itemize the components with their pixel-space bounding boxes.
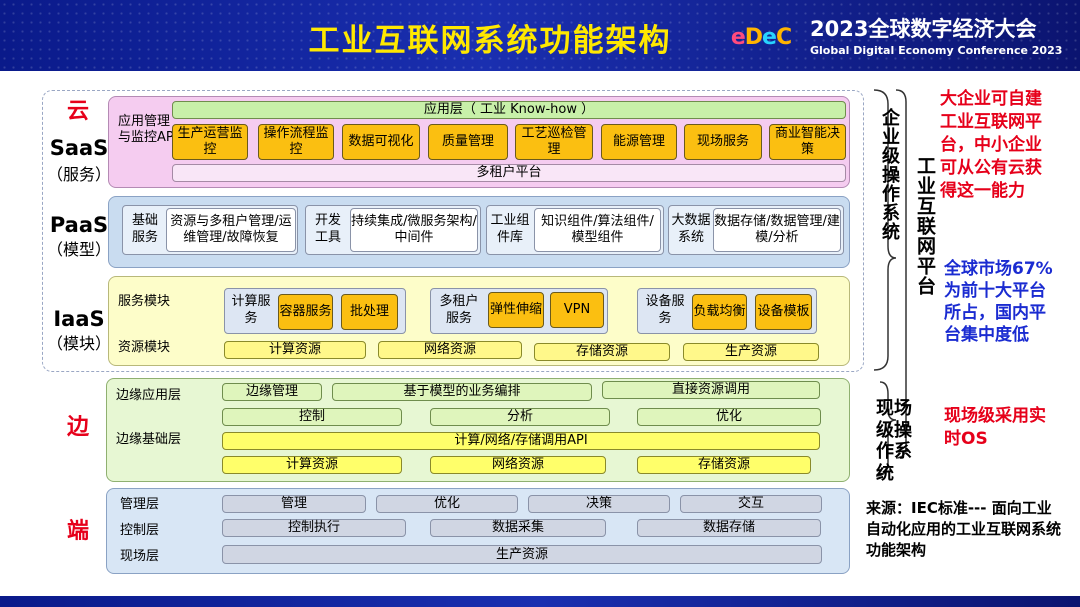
edge-app-layer-label: 边缘应用层 xyxy=(116,388,182,403)
iaas-sub: （模块） xyxy=(46,334,111,353)
footer-bar xyxy=(0,596,1080,607)
iaas-resource: 网络资源 xyxy=(378,341,522,359)
conference-subtitle: Global Digital Economy Conference 2023 xyxy=(810,43,1063,57)
app-box: 商业智能决策 xyxy=(769,124,846,160)
edge-app-item: 直接资源调用 xyxy=(602,381,820,399)
logo-part: e xyxy=(730,24,746,50)
edge-function: 优化 xyxy=(637,408,821,426)
logo-part: e xyxy=(762,24,777,50)
page-title: 工业互联网系统功能架构 xyxy=(308,22,672,59)
paas-group-detail: 资源与多租户管理/运维管理/故障恢复 xyxy=(166,208,296,252)
iaas-resource-label: 资源模块 xyxy=(118,340,171,355)
edge-label: 边 xyxy=(66,415,89,440)
edge-app-item: 基于模型的业务编排 xyxy=(332,383,592,401)
multi-tenant-bar: 多租户平台 xyxy=(172,164,846,182)
app-box: 数据可视化 xyxy=(342,124,420,160)
platform-label: 工业互联网平台 xyxy=(914,156,936,296)
app-box: 操作流程监控 xyxy=(258,124,334,160)
edge-resource: 计算资源 xyxy=(222,456,402,474)
iaas-service-label: 服务模块 xyxy=(118,294,171,309)
note-big-enterprise: 大企业可自建工业互联网平台，中小企业可从公有云获得这一能力 xyxy=(940,89,1042,201)
end-row-label: 现场层 xyxy=(120,549,160,564)
app-box: 生产运营监控 xyxy=(172,124,248,160)
paas-group-title: 开发工具 xyxy=(314,213,341,245)
note-market: 全球市场67%为前十大平台所占，国内平台集中度低 xyxy=(944,259,1053,346)
iaas-service-item: 容器服务 xyxy=(278,294,333,330)
iaas-name: IaaS xyxy=(53,307,105,331)
conference-title: 2023全球数字经济大会 xyxy=(810,17,1037,41)
logo-part: C xyxy=(775,24,792,50)
end-item: 交互 xyxy=(680,495,822,513)
end-row-label: 管理层 xyxy=(120,497,160,512)
logo-part: D xyxy=(744,24,763,50)
note-field: 现场级采用实时OS xyxy=(944,406,1046,449)
paas-name: PaaS xyxy=(49,213,109,237)
end-row-label: 控制层 xyxy=(120,523,160,538)
note-source: 来源：IEC标准--- 面向工业自动化应用的工业互联网系统功能架构 xyxy=(866,499,1062,559)
iaas-service-title: 多租户服务 xyxy=(439,294,479,326)
field-os-label: 现场级操作系统 xyxy=(876,398,912,484)
iaas-service-item: 弹性伸缩 xyxy=(488,292,544,328)
app-box: 能源管理 xyxy=(601,124,677,160)
edec-logo: eDeC xyxy=(722,22,800,52)
edge-resource: 存储资源 xyxy=(637,456,811,474)
app-layer-bar: 应用层（ 工业 Know-how ） xyxy=(172,101,846,119)
iaas-resource: 存储资源 xyxy=(534,343,670,361)
end-item: 控制执行 xyxy=(222,519,406,537)
app-box: 工艺巡检管理 xyxy=(515,124,593,160)
edge-api-bar: 计算/网络/存储调用API xyxy=(222,432,820,450)
paas-group-detail: 持续集成/微服务架构/中间件 xyxy=(350,208,478,252)
edge-resource: 网络资源 xyxy=(430,456,606,474)
iaas-service-item: VPN xyxy=(550,292,604,328)
paas-group-title: 大数据系统 xyxy=(671,213,711,245)
edge-base-layer-label: 边缘基础层 xyxy=(116,432,182,447)
iaas-service-item: 批处理 xyxy=(341,294,398,330)
edge-app-item: 边缘管理 xyxy=(222,383,322,401)
app-box: 质量管理 xyxy=(428,124,508,160)
edge-function: 分析 xyxy=(430,408,610,426)
paas-sub: （模型） xyxy=(46,240,111,259)
iaas-service-item: 设备模板 xyxy=(755,294,812,330)
iaas-service-title: 计算服务 xyxy=(231,294,271,326)
paas-group-detail: 数据存储/数据管理/建模/分析 xyxy=(713,208,841,252)
end-item: 优化 xyxy=(376,495,518,513)
iaas-resource: 生产资源 xyxy=(683,343,819,361)
iaas-service-item: 负载均衡 xyxy=(692,294,747,330)
saas-name: SaaS xyxy=(49,136,109,160)
paas-group-title: 基础服务 xyxy=(131,213,158,245)
end-item: 管理 xyxy=(222,495,366,513)
cloud-label: 云 xyxy=(66,99,89,124)
end-item: 决策 xyxy=(528,495,670,513)
enterprise-os-label: 企业级操作系统 xyxy=(879,108,900,241)
end-label: 端 xyxy=(66,519,89,544)
paas-group-detail: 知识组件/算法组件/模型组件 xyxy=(534,208,661,252)
iaas-service-title: 设备服务 xyxy=(645,294,685,326)
end-item: 生产资源 xyxy=(222,545,822,564)
paas-group-title: 工业组件库 xyxy=(490,213,530,245)
saas-sub: （服务） xyxy=(46,165,111,184)
app-box: 现场服务 xyxy=(684,124,762,160)
edge-function: 控制 xyxy=(222,408,402,426)
end-item: 数据存储 xyxy=(637,519,821,537)
iaas-resource: 计算资源 xyxy=(224,341,366,359)
end-item: 数据采集 xyxy=(430,519,606,537)
